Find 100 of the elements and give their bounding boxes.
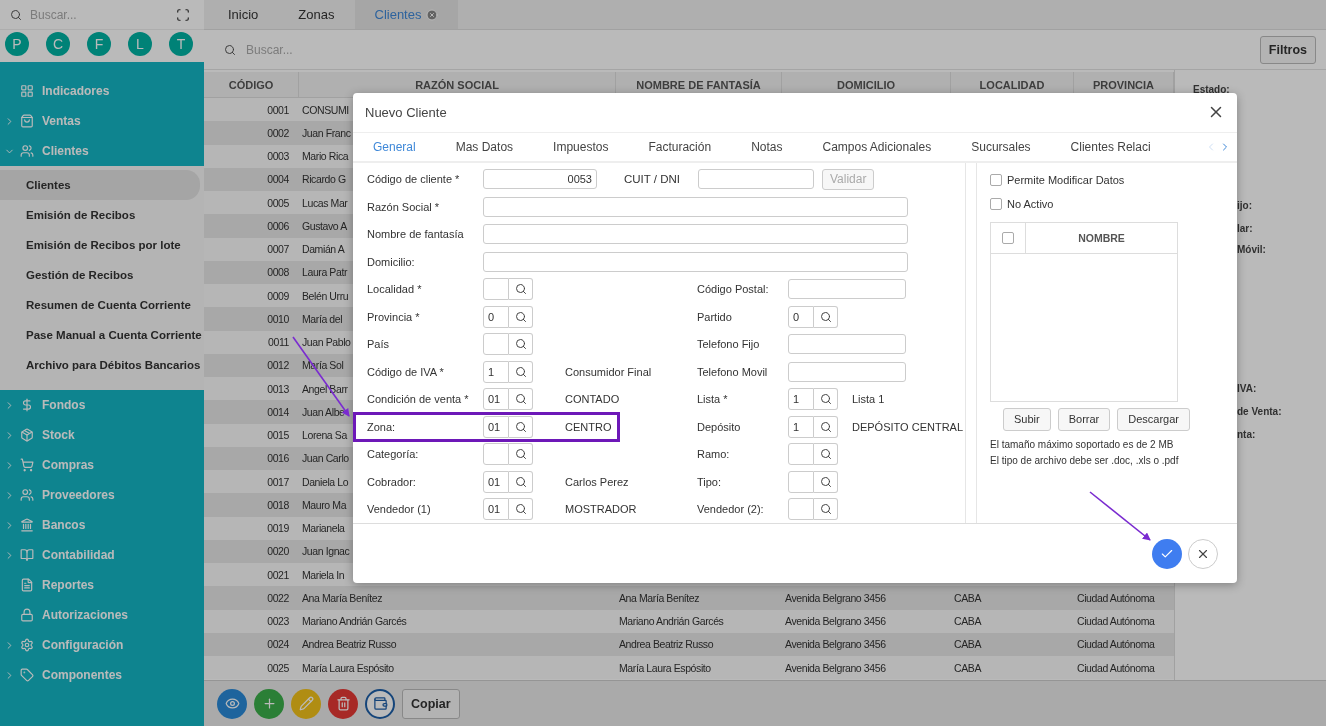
file-button[interactable]: Subir: [1003, 407, 1051, 431]
search-icon: [514, 503, 527, 516]
search-field[interactable]: Buscar...: [244, 41, 444, 58]
code-input[interactable]: 01: [483, 498, 509, 521]
submenu-item[interactable]: Emisión de Recibos: [0, 200, 200, 230]
column-header[interactable]: CÓDIGO: [204, 72, 299, 97]
tab[interactable]: Facturación: [628, 132, 732, 161]
view-button[interactable]: [217, 688, 247, 719]
text-field[interactable]: [788, 279, 906, 300]
search-button[interactable]: [814, 416, 838, 438]
checkbox[interactable]: [990, 197, 1002, 210]
text-field[interactable]: [788, 334, 906, 355]
close-icon[interactable]: [426, 8, 439, 21]
search-button[interactable]: [814, 443, 838, 466]
add-button[interactable]: [254, 688, 284, 719]
annotation-arrow: [1089, 491, 1151, 541]
confirm-button[interactable]: [1152, 538, 1182, 569]
code-input[interactable]: 1: [788, 388, 814, 411]
submenu-item[interactable]: Gestión de Recibos: [0, 260, 200, 290]
code-input[interactable]: 01: [483, 471, 509, 493]
search-button[interactable]: [509, 361, 533, 383]
code-input[interactable]: [788, 471, 814, 493]
wallet-button[interactable]: [365, 688, 395, 719]
delete-button[interactable]: [328, 688, 358, 719]
table-cell: 0020: [267, 545, 289, 558]
grid-icon: [20, 84, 34, 98]
fullscreen-icon[interactable]: [176, 7, 190, 22]
code-input[interactable]: [483, 333, 509, 356]
submenu-item[interactable]: Archivo para Débitos Bancarios: [0, 350, 200, 380]
wallet-icon: [372, 696, 388, 711]
field-label: Domicilio:: [367, 256, 416, 268]
tab[interactable]: Campos Adicionales: [802, 132, 952, 161]
checkbox[interactable]: [1002, 231, 1014, 244]
table-cell: Avenida Belgrano 3456: [785, 615, 886, 628]
tab[interactable]: Zonas: [278, 0, 355, 29]
text-field[interactable]: [483, 224, 908, 245]
text-field[interactable]: [483, 252, 908, 272]
search-button[interactable]: [509, 388, 533, 411]
tab[interactable]: General: [353, 132, 436, 161]
search-button[interactable]: [509, 498, 533, 521]
submenu-item[interactable]: Clientes: [0, 170, 200, 200]
submenu-item[interactable]: Resumen de Cuenta Corriente: [0, 290, 200, 320]
search-button[interactable]: [509, 416, 533, 438]
field-label: CUIT / DNI: [624, 173, 681, 186]
cuit-field[interactable]: [698, 169, 814, 190]
table-cell: 0005: [267, 196, 289, 209]
table-cell: Mario Rica: [302, 150, 349, 163]
search-button[interactable]: [814, 471, 838, 493]
code-input[interactable]: 1: [483, 361, 509, 383]
table-cell: 0025: [267, 661, 289, 674]
code-input[interactable]: 0: [788, 306, 814, 328]
dialog-title: Nuevo Cliente: [365, 104, 447, 120]
copy-button[interactable]: Copiar: [402, 688, 460, 719]
code-input[interactable]: [788, 498, 814, 521]
search-button[interactable]: [509, 278, 533, 301]
table-cell: Andrea Beatriz Russo: [302, 638, 397, 651]
code-input[interactable]: [483, 278, 509, 301]
search-button[interactable]: [509, 471, 533, 493]
table-cell: 0001: [267, 103, 289, 116]
text-field[interactable]: [788, 362, 906, 382]
search-button[interactable]: [509, 443, 533, 466]
table-cell: Avenida Belgrano 3456: [785, 661, 886, 674]
tab[interactable]: Sucursales: [951, 132, 1051, 161]
lock-icon: [20, 608, 34, 622]
search-field[interactable]: Buscar...: [28, 6, 170, 23]
code-field[interactable]: 0053: [483, 169, 597, 190]
field-description: DEPÓSITO CENTRAL: [852, 421, 964, 433]
file-button[interactable]: Borrar: [1057, 407, 1111, 431]
tab[interactable]: Mas Datos: [435, 132, 534, 161]
table-cell: Juan Albe: [302, 405, 345, 418]
field-label: Zona:: [367, 421, 397, 433]
book-icon: [20, 548, 34, 562]
tab[interactable]: Inicio: [208, 0, 279, 29]
file-button[interactable]: Descargar: [1117, 407, 1190, 431]
search-icon: [10, 8, 22, 21]
table-cell: María Laura Espósito: [302, 661, 394, 674]
code-input[interactable]: 0: [483, 306, 509, 328]
cancel-button[interactable]: [1188, 538, 1218, 569]
filter-button[interactable]: Filtros: [1259, 35, 1316, 64]
text-field[interactable]: [483, 197, 908, 217]
search-button[interactable]: [509, 333, 533, 356]
search-button[interactable]: [814, 306, 838, 328]
submenu-item[interactable]: Pase Manual a Cuenta Corriente: [0, 320, 200, 350]
table-cell: Juan Pablo: [302, 336, 351, 349]
search-button[interactable]: [509, 306, 533, 328]
table-cell: Andrea Beatriz Russo: [619, 638, 714, 651]
code-input[interactable]: 1: [788, 416, 814, 438]
tab[interactable]: Clientes Relaci: [1050, 132, 1171, 161]
submenu-item[interactable]: Emisión de Recibos por lote: [0, 230, 200, 260]
code-input[interactable]: 01: [483, 388, 509, 411]
search-button[interactable]: [814, 498, 838, 521]
code-input[interactable]: 01: [483, 416, 509, 438]
field-label: Localidad *: [367, 283, 423, 296]
search-button[interactable]: [814, 388, 838, 411]
code-input[interactable]: [483, 443, 509, 466]
table-cell: Ciudad Autónoma: [1077, 591, 1155, 604]
tab[interactable]: Notas: [731, 132, 803, 161]
code-input[interactable]: [788, 443, 814, 466]
checkbox[interactable]: [990, 173, 1002, 186]
tab[interactable]: Impuestos: [533, 132, 629, 161]
